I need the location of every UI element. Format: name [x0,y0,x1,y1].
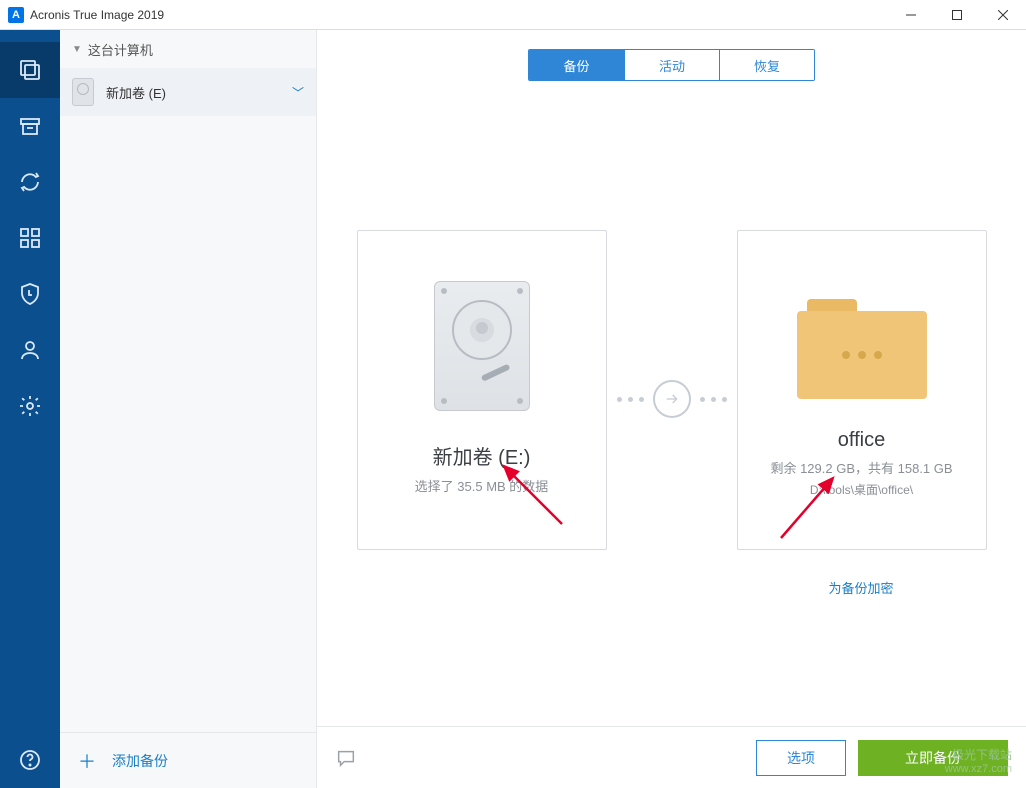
nav-tools[interactable] [0,210,60,266]
dest-subtitle: 剩余 129.2 GB，共有 158.1 GB [770,458,952,477]
arrow-connector [607,380,737,418]
add-backup-label: 添加备份 [112,751,168,771]
chevron-down-icon[interactable]: ﹀ [292,84,304,101]
source-subtitle: 选择了 35.5 MB 的数据 [415,476,549,495]
list-group-header[interactable]: ▼ 这台计算机 [60,30,316,68]
disk-thumb-icon [72,78,94,106]
nav-settings[interactable] [0,378,60,434]
group-label: 这台计算机 [88,40,153,59]
nav-backup[interactable] [0,42,60,98]
source-title: 新加卷 (E:) [433,441,531,470]
add-backup-button[interactable]: ＋ 添加备份 [60,732,316,788]
plus-icon: ＋ [78,748,96,774]
dest-path: D:\tools\桌面\office\ [810,481,913,498]
arrow-right-icon [653,380,691,418]
source-card[interactable]: 新加卷 (E:) 选择了 35.5 MB 的数据 [357,230,607,550]
folder-icon [797,299,927,399]
titlebar: A Acronis True Image 2019 [0,0,1026,30]
nav-account[interactable] [0,322,60,378]
caret-down-icon: ▼ [72,44,82,55]
bottom-bar: 选项 立即备份 [317,726,1026,788]
encrypt-link[interactable]: 为备份加密 [736,578,986,597]
nav-protection[interactable] [0,266,60,322]
backup-item-label: 新加卷 (E) [106,83,292,102]
tab-backup[interactable]: 备份 [529,50,624,80]
cards-row: 新加卷 (E:) 选择了 35.5 MB 的数据 office 剩余 [317,100,1026,550]
window-controls [888,0,1026,30]
backup-list-panel: ▼ 这台计算机 新加卷 (E) ﹀ ＋ 添加备份 [60,30,317,788]
tab-recover[interactable]: 恢复 [719,50,814,80]
tab-activity[interactable]: 活动 [624,50,719,80]
dest-title: office [838,429,885,452]
disk-icon [434,281,530,411]
window-title: Acronis True Image 2019 [30,8,888,22]
maximize-button[interactable] [934,0,980,30]
nav-archive[interactable] [0,98,60,154]
comment-icon[interactable] [335,747,357,769]
tabs: 备份 活动 恢复 [317,30,1026,100]
content-area: 备份 活动 恢复 新加卷 (E:) 选择了 35.5 MB 的数据 [317,30,1026,788]
close-button[interactable] [980,0,1026,30]
backup-now-button[interactable]: 立即备份 [858,740,1008,776]
destination-card[interactable]: office 剩余 129.2 GB，共有 158.1 GB D:\tools\… [737,230,987,550]
backup-list-item[interactable]: 新加卷 (E) ﹀ [60,68,316,116]
options-button[interactable]: 选项 [756,740,846,776]
app-icon: A [8,7,24,23]
sidebar-nav [0,30,60,788]
minimize-button[interactable] [888,0,934,30]
nav-sync[interactable] [0,154,60,210]
nav-help[interactable] [0,732,60,788]
